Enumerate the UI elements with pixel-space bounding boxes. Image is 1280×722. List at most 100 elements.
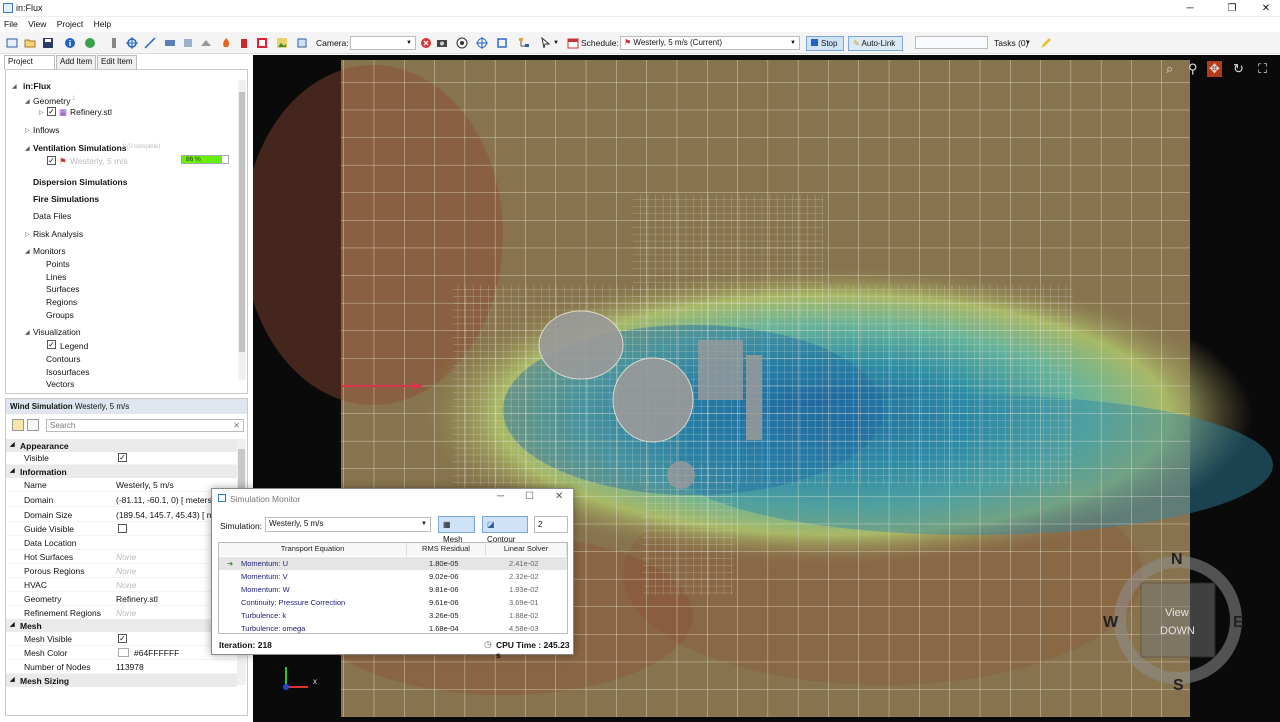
- tab-project-items[interactable]: Project Items: [4, 55, 55, 78]
- table-row[interactable]: Continuity: Pressure Correction 9.61e-06 3…: [219, 596, 567, 609]
- tree-inflows[interactable]: Inflows: [33, 125, 59, 135]
- tree-points[interactable]: Points: [46, 259, 70, 269]
- expand-risk-icon[interactable]: ▷: [25, 231, 30, 238]
- table-row[interactable]: Momentum: W 9.81e-06 1.93e-02: [219, 583, 567, 596]
- tree-westerly[interactable]: Westerly, 5 m/s: [70, 156, 128, 166]
- save-icon[interactable]: [42, 37, 54, 49]
- zoom-box-icon[interactable]: ⌕: [1166, 61, 1173, 77]
- tree-ventilation[interactable]: Ventilation Simulations: [33, 143, 127, 153]
- tree-groups[interactable]: Groups: [46, 310, 74, 320]
- info-icon[interactable]: [64, 37, 76, 49]
- tree-geometry[interactable]: Geometry: [33, 96, 70, 106]
- region-monitor-icon[interactable]: [182, 37, 194, 49]
- target-icon[interactable]: [456, 37, 468, 49]
- fire-icon[interactable]: [220, 37, 232, 49]
- tree-regions[interactable]: Regions: [46, 297, 77, 307]
- section-information[interactable]: ◢ Information: [6, 465, 237, 478]
- schedule-select[interactable]: ⚑ Westerly, 5 m/s (Current) ▼: [620, 36, 800, 50]
- fullscreen-icon[interactable]: ⛶: [1258, 61, 1267, 77]
- table-row[interactable]: Turbulence: k 3.26e-05 1.88e-02: [219, 609, 567, 622]
- calendar-icon[interactable]: [567, 37, 579, 49]
- zoom-icon[interactable]: ⚲: [1188, 61, 1198, 77]
- open-folder-icon[interactable]: [24, 37, 36, 49]
- tree-scrollbar[interactable]: [238, 80, 246, 380]
- settings-icon[interactable]: [296, 37, 308, 49]
- simulation-select[interactable]: Westerly, 5 m/s ▼: [265, 517, 431, 532]
- col-transport-equation[interactable]: Transport Equation: [219, 543, 407, 556]
- clear-search-icon[interactable]: ✕: [233, 420, 240, 431]
- tree-datafiles[interactable]: Data Files: [33, 211, 71, 221]
- menu-view[interactable]: View: [24, 17, 50, 29]
- tree-root[interactable]: in:Flux: [23, 81, 51, 91]
- expand-visualization-icon[interactable]: ◢: [25, 329, 30, 336]
- tree-lines[interactable]: Lines: [46, 272, 66, 282]
- compass-w[interactable]: W: [1103, 614, 1118, 632]
- pointer-icon[interactable]: [540, 37, 552, 49]
- table-row[interactable]: ➜ Momentum: U 1.80e-05 2.41e-02: [219, 557, 567, 570]
- dialog-minimize-icon[interactable]: ─: [497, 491, 504, 502]
- compass-s[interactable]: S: [1173, 677, 1184, 695]
- tab-edit-item[interactable]: Edit Item: [97, 55, 137, 69]
- dialog-maximize-icon[interactable]: ☐: [525, 491, 534, 502]
- tree-surfaces[interactable]: Surfaces: [46, 284, 80, 294]
- section-mesh-sizing[interactable]: ◢ Mesh Sizing: [6, 674, 237, 687]
- camera-icon[interactable]: [436, 37, 448, 49]
- column-icon[interactable]: [108, 37, 120, 49]
- expand-refinery-icon[interactable]: ▷: [39, 109, 44, 116]
- tree-contours[interactable]: Contours: [46, 354, 81, 364]
- tree-icon[interactable]: [518, 37, 530, 49]
- crosshair-icon[interactable]: [476, 37, 488, 49]
- pan-icon[interactable]: ✥: [1207, 61, 1222, 77]
- auto-link-button[interactable]: ✎ Auto-Link: [848, 36, 903, 51]
- visible-checkbox[interactable]: ✓: [118, 453, 127, 462]
- rotate-icon[interactable]: ↻: [1233, 61, 1244, 77]
- mesh-toggle-button[interactable]: ▦ Mesh: [438, 516, 475, 544]
- point-monitor-icon[interactable]: [126, 37, 138, 49]
- expand-root-icon[interactable]: ◢: [12, 83, 17, 90]
- tree-refinery[interactable]: Refinery.stl: [70, 107, 112, 117]
- menu-help[interactable]: Help: [90, 17, 115, 29]
- tree-monitors[interactable]: Monitors: [33, 246, 66, 256]
- tab-add-item[interactable]: Add Item: [56, 55, 96, 69]
- mesh-color-swatch[interactable]: [118, 648, 129, 657]
- tasks-dropdown-icon[interactable]: ▼: [1025, 40, 1031, 46]
- legend-checkbox[interactable]: ✓: [47, 340, 56, 349]
- group-monitor-icon[interactable]: [200, 37, 212, 49]
- tree-dispersion[interactable]: Dispersion Simulations: [33, 177, 127, 187]
- categorized-view-icon[interactable]: [12, 419, 24, 431]
- pointer-dropdown-icon[interactable]: ▼: [553, 40, 559, 46]
- section-mesh[interactable]: ◢ Mesh: [6, 619, 237, 632]
- dialog-close-icon[interactable]: ✕: [555, 491, 563, 502]
- tree-fire[interactable]: Fire Simulations: [33, 194, 99, 204]
- menu-project[interactable]: Project: [53, 17, 87, 29]
- surface-monitor-icon[interactable]: [164, 37, 176, 49]
- menu-file[interactable]: File: [0, 17, 22, 29]
- compass-n[interactable]: N: [1171, 551, 1183, 569]
- compass-e[interactable]: E: [1233, 614, 1244, 632]
- legend-icon[interactable]: [256, 37, 268, 49]
- contour-count-input[interactable]: 2: [534, 516, 568, 533]
- camera-select[interactable]: ▼: [350, 36, 416, 50]
- tree-visualization[interactable]: Visualization: [33, 327, 81, 337]
- col-linear-solver[interactable]: Linear Solver: [486, 543, 567, 556]
- westerly-checkbox[interactable]: ✓: [47, 156, 56, 165]
- table-row[interactable]: Turbulence: omega 1.68e-04 4.58e-03: [219, 622, 567, 635]
- expand-ventilation-icon[interactable]: ◢: [25, 145, 30, 152]
- gas-cylinder-icon[interactable]: [238, 37, 250, 49]
- stop-button[interactable]: Stop: [806, 36, 844, 51]
- run-icon[interactable]: [84, 37, 96, 49]
- properties-search[interactable]: Search ✕: [46, 419, 244, 432]
- table-row[interactable]: Momentum: V 9.02e-06 2.32e-02: [219, 570, 567, 583]
- pencil-icon[interactable]: [1040, 37, 1052, 49]
- tree-isosurfaces[interactable]: Isosurfaces: [46, 367, 89, 377]
- tree-legend[interactable]: Legend: [60, 341, 88, 351]
- refinery-checkbox[interactable]: ✓: [47, 107, 56, 116]
- tasks-dropdown[interactable]: Tasks (0): [994, 38, 1028, 48]
- line-monitor-icon[interactable]: [144, 37, 156, 49]
- fit-view-icon[interactable]: [496, 37, 508, 49]
- tree-risk[interactable]: Risk Analysis: [33, 229, 83, 239]
- tree-scroll-thumb[interactable]: [239, 92, 245, 352]
- alphabetical-view-icon[interactable]: [27, 419, 39, 431]
- new-project-icon[interactable]: [6, 37, 18, 49]
- image-icon[interactable]: [276, 37, 288, 49]
